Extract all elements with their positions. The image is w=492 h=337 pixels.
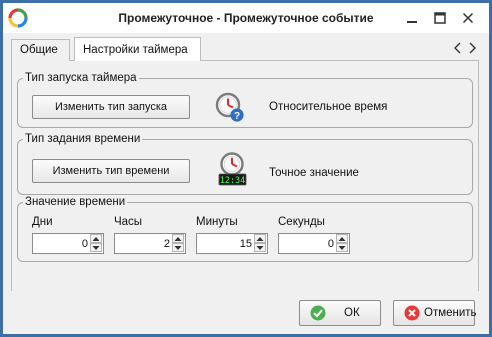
clock-question-icon: ? bbox=[215, 92, 244, 122]
minutes-stepper bbox=[196, 233, 268, 254]
trigger-type-value: Относительное время bbox=[269, 101, 388, 113]
dialog-footer: ОК Отменить bbox=[3, 291, 489, 334]
days-increment-button[interactable] bbox=[90, 234, 102, 243]
trigger-type-legend: Тип запуска таймера bbox=[23, 71, 139, 85]
change-time-type-button[interactable]: Изменить тип времени bbox=[32, 159, 190, 183]
dialog-window: Промежуточное - Промежуточное событие Об… bbox=[0, 0, 492, 337]
tab-scroll-right-icon[interactable] bbox=[467, 42, 477, 54]
digital-display-text: 12:34 bbox=[220, 176, 246, 186]
hours-decrement-button[interactable] bbox=[172, 243, 184, 252]
days-input[interactable] bbox=[33, 234, 90, 253]
cancel-x-icon bbox=[404, 305, 420, 321]
seconds-input[interactable] bbox=[279, 234, 336, 253]
tab-timer-settings[interactable]: Настройки таймера bbox=[74, 37, 201, 62]
svg-text:?: ? bbox=[234, 111, 240, 122]
days-decrement-button[interactable] bbox=[90, 243, 102, 252]
clock-digital-icon: 12:34 bbox=[218, 152, 247, 186]
time-type-value: Точное значение bbox=[269, 167, 359, 179]
days-label: Дни bbox=[32, 216, 53, 228]
days-stepper bbox=[32, 233, 104, 254]
maximize-button[interactable] bbox=[429, 8, 451, 28]
app-logo-icon bbox=[8, 8, 28, 28]
cancel-button-label: Отменить bbox=[424, 307, 477, 319]
ok-button[interactable]: ОК bbox=[299, 300, 381, 326]
minimize-button[interactable] bbox=[401, 8, 423, 28]
seconds-label: Секунды bbox=[278, 216, 325, 228]
hours-input[interactable] bbox=[115, 234, 172, 253]
seconds-decrement-button[interactable] bbox=[336, 243, 348, 252]
tab-general[interactable]: Общие bbox=[11, 39, 70, 61]
title-bar: Промежуточное - Промежуточное событие bbox=[3, 3, 489, 33]
time-value-legend: Значение времени bbox=[23, 195, 128, 209]
time-type-legend: Тип задания времени bbox=[23, 132, 143, 146]
tab-scroll-left-icon[interactable] bbox=[453, 42, 463, 54]
minutes-decrement-button[interactable] bbox=[254, 243, 266, 252]
minutes-label: Минуты bbox=[196, 216, 238, 228]
minutes-increment-button[interactable] bbox=[254, 234, 266, 243]
hours-increment-button[interactable] bbox=[172, 234, 184, 243]
ok-check-icon bbox=[310, 305, 326, 321]
minutes-input[interactable] bbox=[197, 234, 254, 253]
tab-strip: Общие Настройки таймера bbox=[11, 37, 479, 62]
ok-button-label: ОК bbox=[344, 307, 360, 319]
cancel-button[interactable]: Отменить bbox=[393, 300, 477, 326]
hours-stepper bbox=[114, 233, 186, 254]
close-button[interactable] bbox=[457, 8, 479, 28]
change-trigger-type-button[interactable]: Изменить тип запуска bbox=[32, 95, 190, 119]
seconds-increment-button[interactable] bbox=[336, 234, 348, 243]
hours-label: Часы bbox=[114, 216, 143, 228]
seconds-stepper bbox=[278, 233, 350, 254]
